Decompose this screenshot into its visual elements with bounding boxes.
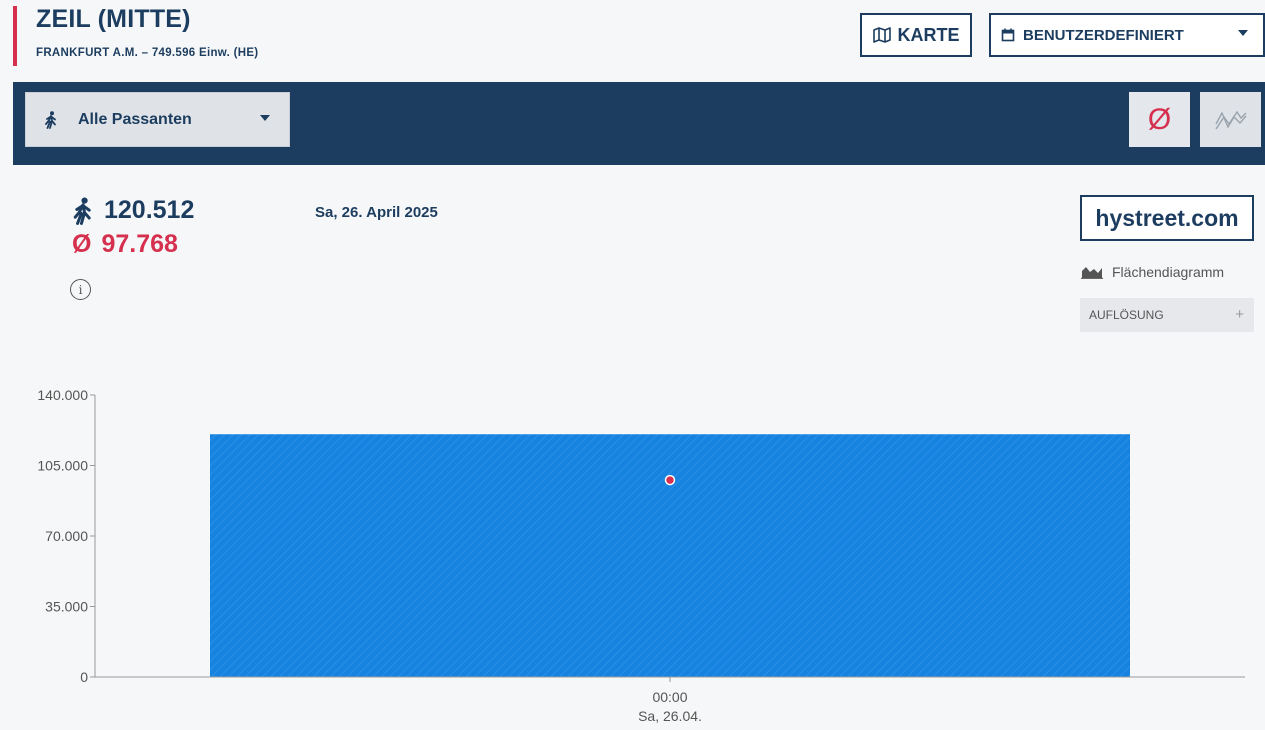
pedestrian-icon xyxy=(73,196,91,225)
chart-canvas: 0 35.000 70.000 105.000 140.000 00:00 Sa, 26.… xyxy=(37,387,1245,724)
date-label: Sa, 26. April 2025 xyxy=(315,204,438,221)
location-title: ZEIL (MITTE) xyxy=(36,5,191,33)
map-button[interactable]: KARTE xyxy=(860,13,972,57)
x-tick-label-time: 00:00 xyxy=(652,689,687,705)
average-icon: Ø xyxy=(72,230,92,258)
map-button-label: KARTE xyxy=(897,24,960,45)
y-tick-label: 140.000 xyxy=(37,387,88,403)
average-icon: Ø xyxy=(1147,102,1172,136)
chart-type-label: Flächendiagramm xyxy=(1112,264,1225,280)
chevron-down-icon xyxy=(260,115,270,121)
y-tick-label: 70.000 xyxy=(45,528,88,544)
brand-logo: hystreet.com xyxy=(1080,195,1254,241)
accent-bar xyxy=(13,6,17,66)
y-tick-label: 0 xyxy=(80,669,88,685)
average-count: Ø 97.768 xyxy=(72,230,178,259)
average-marker[interactable] xyxy=(664,474,676,486)
x-tick-label-date: Sa, 26.04. xyxy=(638,708,702,724)
calendar-icon xyxy=(1001,28,1015,42)
info-icon[interactable]: i xyxy=(70,279,91,300)
bar-series xyxy=(210,434,1130,677)
x-axis: 00:00 Sa, 26.04. xyxy=(95,676,1245,724)
location-header: ZEIL (MITTE) FRANKFURT A.M. – 749.596 Ei… xyxy=(0,0,1265,82)
bar[interactable] xyxy=(210,434,1130,677)
y-axis: 0 35.000 70.000 105.000 140.000 xyxy=(37,387,96,685)
total-count: 120.512 xyxy=(72,196,194,225)
map-icon xyxy=(872,27,891,43)
resolution-label: AUFLÖSUNG xyxy=(1089,308,1164,322)
total-count-value: 120.512 xyxy=(104,196,195,224)
average-count-value: 97.768 xyxy=(101,230,178,258)
chevron-down-icon xyxy=(1238,30,1248,36)
resolution-expander[interactable]: AUFLÖSUNG + xyxy=(1080,298,1254,332)
page: ZEIL (MITTE) FRANKFURT A.M. – 749.596 Ei… xyxy=(0,0,1265,730)
average-markers xyxy=(664,474,676,486)
plus-icon: + xyxy=(1235,306,1244,323)
date-range-dropdown[interactable]: BENUTZERDEFINIERT xyxy=(989,13,1265,57)
compare-lines-icon xyxy=(1214,110,1247,129)
chart-type-toggle[interactable]: Flächendiagramm xyxy=(1081,264,1224,280)
compare-toggle-button[interactable] xyxy=(1200,92,1261,147)
location-subtitle: FRANKFURT A.M. – 749.596 Einw. (HE) xyxy=(36,47,259,59)
pedestrian-icon xyxy=(45,110,56,129)
filter-label: Alle Passanten xyxy=(78,110,192,128)
y-tick-label: 35.000 xyxy=(45,599,88,615)
passers-chart: 0 35.000 70.000 105.000 140.000 00:00 Sa, 26.… xyxy=(0,370,1265,730)
average-toggle-button[interactable]: Ø xyxy=(1129,92,1190,147)
area-chart-icon xyxy=(1081,267,1103,279)
filter-bar: Alle Passanten Ø xyxy=(13,82,1265,165)
date-range-label: BENUTZERDEFINIERT xyxy=(1023,26,1184,44)
y-tick-label: 105.000 xyxy=(37,458,88,474)
pedestrian-filter-dropdown[interactable]: Alle Passanten xyxy=(25,92,290,147)
